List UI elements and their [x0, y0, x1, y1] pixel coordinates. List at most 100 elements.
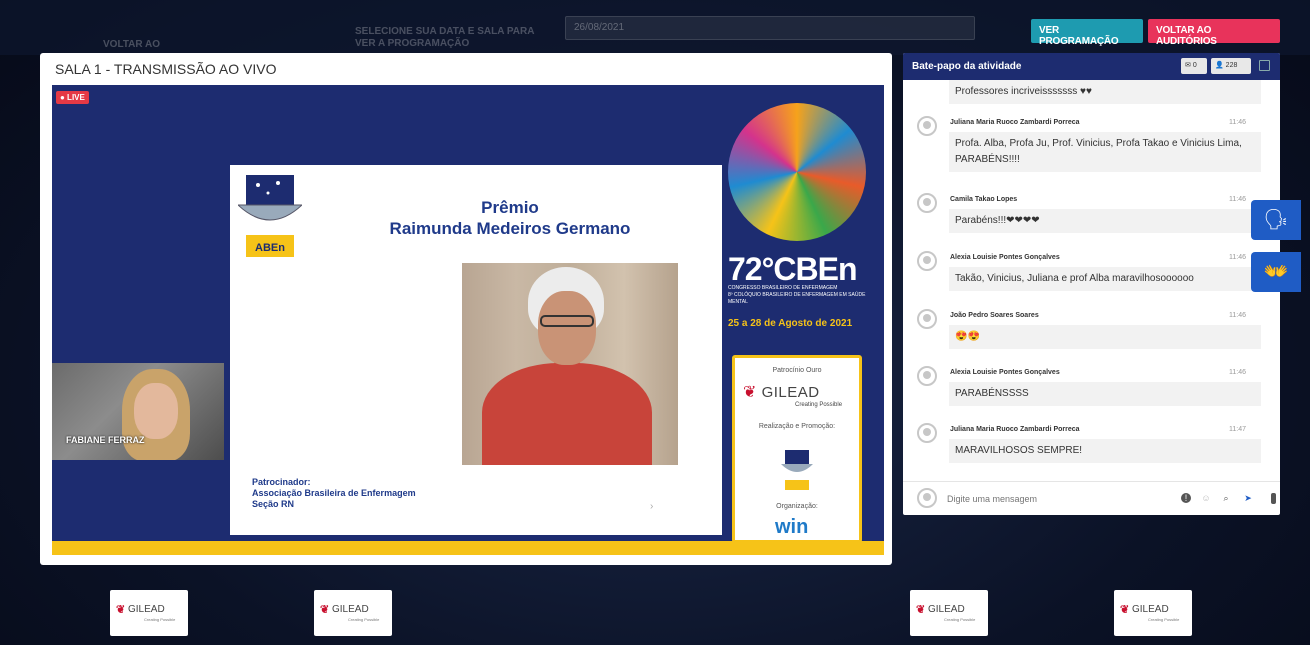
message-author: Juliana Maria Ruoco Zambardi Porreca: [950, 426, 1080, 433]
slide-sponsor-name: Associação Brasileira de Enfermagem: [252, 488, 416, 498]
message-author: Juliana Maria Ruoco Zambardi Porreca: [950, 119, 1080, 126]
user-icon: 👤: [1215, 62, 1224, 69]
bottom-sponsor-logo: ❦ GILEAD Creating Possible: [314, 590, 392, 636]
audio-description-icon: 🗣: [1263, 209, 1289, 231]
gilead-logo: ❦ GILEAD: [743, 382, 853, 402]
gilead-mark-icon: ❦: [916, 604, 926, 616]
gilead-mark-icon: ❦: [743, 384, 757, 401]
send-icon[interactable]: ➤: [1243, 493, 1253, 503]
chat-title: Bate-papo da atividade: [912, 61, 1022, 72]
bottom-sponsor-logo: ❦ GILEAD Creating Possible: [110, 590, 188, 636]
chat-header: Bate-papo da atividade ✉ 0 👤 228: [903, 53, 1280, 80]
chat-messages[interactable]: Professores incriveisssssss ♥♥ Juliana M…: [903, 80, 1280, 504]
gilead-mark-icon: ❦: [1120, 604, 1130, 616]
stream-bottom-strip: [52, 541, 884, 555]
avatar: [917, 193, 937, 213]
message-time: 11:46: [1229, 196, 1246, 203]
sign-language-button[interactable]: 👐: [1251, 252, 1301, 292]
gilead-mark-icon: ❦: [320, 604, 330, 616]
bottom-logo-tagline: Creating Possible: [944, 617, 976, 622]
honoree-photo: [462, 263, 678, 465]
chat-input-row: ! ☺ ⌕ ➤: [903, 481, 1280, 515]
message-time: 11:46: [1229, 119, 1246, 126]
bottom-logo-text: GILEAD: [928, 604, 965, 615]
gilead-tagline: Creating Possible: [795, 402, 843, 408]
bottom-logo-text: GILEAD: [332, 604, 369, 615]
cben-sub2: 8º COLÓQUIO BRASILEIRO DE ENFERMAGEM EM …: [728, 292, 866, 305]
slide-sponsor: Patrocinador: Associação Brasileira de E…: [252, 477, 416, 510]
chat-panel: Bate-papo da atividade ✉ 0 👤 228 Profess…: [903, 53, 1280, 515]
bottom-sponsor-logo: ❦ GILEAD Creating Possible: [910, 590, 988, 636]
avatar: [917, 366, 937, 386]
cben-subtitle: CONGRESSO BRASILEIRO DE ENFERMAGEM 8º CO…: [728, 285, 878, 306]
expand-icon[interactable]: [1259, 60, 1270, 71]
message-text: Takão, Vinicius, Juliana e prof Alba mar…: [949, 267, 1261, 291]
message-icon: ✉: [1185, 62, 1191, 69]
emoji-icon[interactable]: ☺: [1201, 493, 1211, 503]
live-stream[interactable]: ● LIVE ABEn Prêmio Raimunda Medeiros Ger…: [52, 85, 884, 555]
message-text: 😍😍: [949, 325, 1261, 349]
user-count-badge[interactable]: 👤 228: [1211, 58, 1251, 74]
info-icon[interactable]: !: [1181, 493, 1191, 503]
bottom-logo-text: GILEAD: [1132, 604, 1169, 615]
svg-text:ABEn: ABEn: [255, 242, 285, 254]
avatar: [917, 309, 937, 329]
bottom-logo-text: GILEAD: [128, 604, 165, 615]
organizacao-label: Organização:: [776, 503, 818, 510]
realizacao-label: Realização e Promoção:: [758, 423, 836, 430]
message-time: 11:46: [1229, 312, 1246, 319]
slide-arrow-icon: ›: [650, 501, 654, 512]
message-input[interactable]: [947, 491, 1167, 507]
win-logo: win: [775, 516, 809, 538]
message-text: Parabéns!!!❤❤❤❤: [949, 209, 1261, 233]
bottom-logo-tagline: Creating Possible: [348, 617, 380, 622]
aben-logo: ABEn: [238, 175, 302, 257]
avatar: [917, 423, 937, 443]
user-count: 228: [1225, 62, 1238, 69]
avatar: [917, 251, 937, 271]
slide-sponsor-label: Patrocinador:: [252, 477, 311, 487]
cben-sub1: CONGRESSO BRASILEIRO DE ENFERMAGEM: [728, 285, 838, 291]
message-count-badge[interactable]: ✉ 0: [1181, 58, 1207, 74]
message-text: Profa. Alba, Profa Ju, Prof. Vinicius, P…: [949, 132, 1261, 172]
avatar: [917, 116, 937, 136]
aben-small-logo: [781, 450, 813, 490]
sign-language-icon: 👐: [1263, 261, 1289, 283]
message-author: Alexia Louisie Pontes Gonçalves: [950, 254, 1060, 261]
gilead-text: GILEAD: [761, 384, 820, 401]
audio-description-button[interactable]: 🗣: [1251, 200, 1301, 240]
message-author: Alexia Louisie Pontes Gonçalves: [950, 369, 1060, 376]
cben-art-emblem: [728, 103, 866, 241]
presentation-slide: ABEn Prêmio Raimunda Medeiros Germano Pa…: [230, 165, 722, 535]
message-text: PARABÉNSSSS: [949, 382, 1261, 406]
ver-programacao-button[interactable]: VER PROGRAMAÇÃO: [1031, 19, 1143, 47]
bottom-sponsor-logo: ❦ GILEAD Creating Possible: [1114, 590, 1192, 636]
sponsor-box: Patrocínio Ouro ❦ GILEAD Creating Possib…: [732, 355, 862, 543]
slide-title-line1: Prêmio: [481, 198, 539, 217]
bg-nav-select-hint: SELECIONE SUA DATA E SALA PARA VER A PRO…: [355, 26, 535, 49]
message-text: MARAVILHOSOS SEMPRE!: [949, 439, 1261, 463]
date-select[interactable]: 26/08/2021: [565, 16, 975, 40]
message-text: Professores incriveisssssss ♥♥: [949, 80, 1261, 104]
message-count: 0: [1192, 62, 1197, 69]
video-title: SALA 1 - TRANSMISSÃO AO VIVO: [55, 61, 277, 77]
cben-date: 25 a 28 de Agosto de 2021: [728, 318, 853, 329]
cben-title: 72°CBEn: [728, 251, 857, 287]
gilead-mark-icon: ❦: [116, 604, 126, 616]
attach-icon[interactable]: ⌕: [1221, 493, 1231, 503]
sponsor-gold-label: Patrocínio Ouro: [772, 367, 822, 374]
message-time: 11:46: [1229, 369, 1246, 376]
bottom-logo-tagline: Creating Possible: [144, 617, 176, 622]
my-avatar: [917, 488, 937, 508]
live-badge: ● LIVE: [56, 91, 89, 104]
bottom-logo-tagline: Creating Possible: [1148, 617, 1180, 622]
message-time: 11:47: [1229, 426, 1246, 433]
slide-sponsor-section: Seção RN: [252, 499, 295, 509]
message-author: Camila Takao Lopes: [950, 196, 1018, 203]
speaker-video: FABIANE FERRAZ: [52, 363, 224, 460]
message-author: João Pedro Soares Soares: [950, 312, 1039, 319]
voltar-auditorios-button[interactable]: VOLTAR AO AUDITÓRIOS: [1148, 19, 1280, 47]
bg-nav-back-text: VOLTAR AO: [103, 39, 161, 50]
message-time: 11:46: [1229, 254, 1246, 261]
slide-title-line2: Raimunda Medeiros Germano: [389, 219, 631, 238]
